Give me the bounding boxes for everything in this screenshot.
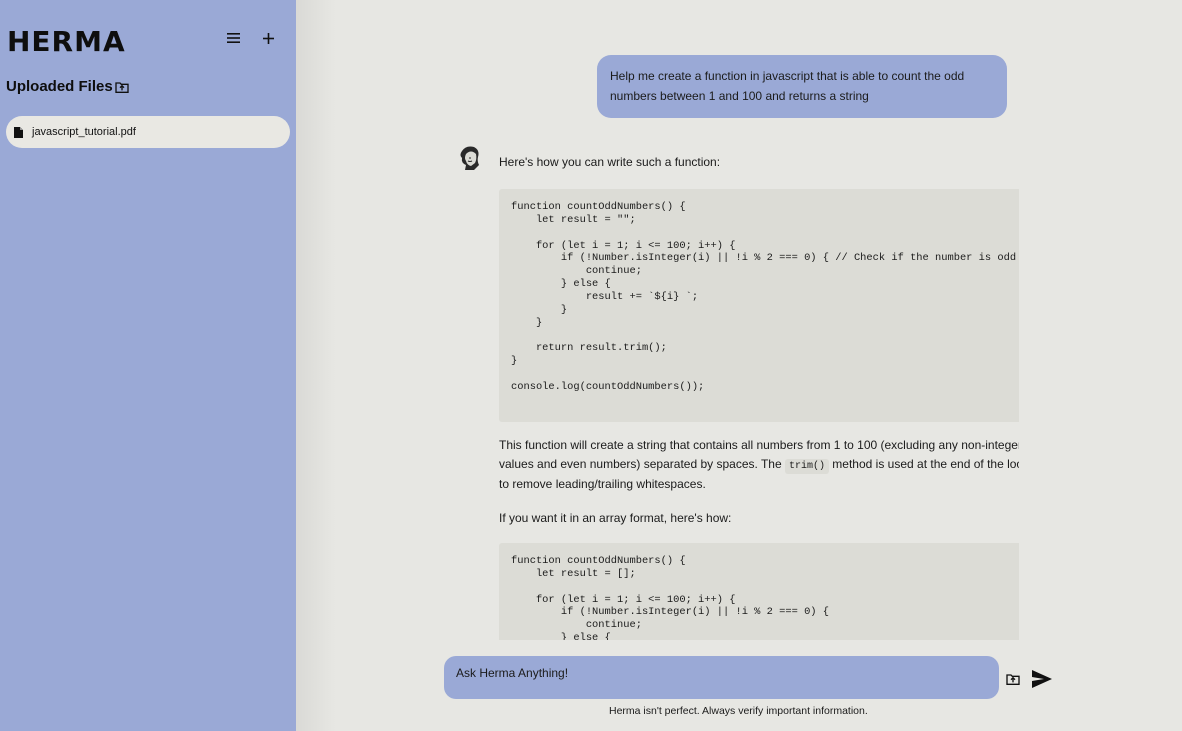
assistant-avatar [455,142,485,172]
uploaded-files-title: Uploaded Files [6,78,113,95]
array-intro: If you want it in an array format, here'… [499,511,732,525]
assistant-intro: Here's how you can write such a function… [499,155,721,169]
plus-icon [262,32,274,44]
menu-button[interactable] [221,26,245,50]
assistant-message: Here's how you can write such a function… [499,150,1019,640]
explanation-line: values and even numbers) separated by sp… [499,455,1019,477]
new-chat-button[interactable] [256,26,280,50]
explanation-line: This function will create a string that … [499,438,1019,452]
file-list-item[interactable]: javascript_tutorial.pdf [6,116,290,148]
hamburger-icon [226,33,240,43]
inline-code: trim() [784,459,829,474]
explanation-text: method is used at the end of the loop [828,457,1019,471]
code-block: function countOddNumbers() { let result … [499,189,1019,422]
send-button[interactable] [1032,670,1052,690]
code-block: function countOddNumbers() { let result … [499,543,1019,640]
attach-file-button[interactable] [1005,671,1022,688]
user-message: Help me create a function in javascript … [597,55,1007,118]
disclaimer: Herma isn't perfect. Always verify impor… [609,705,868,717]
folder-upload-icon [115,82,129,93]
statue-head-icon [455,142,485,172]
send-icon [1032,670,1052,688]
file-icon [14,126,26,138]
app-logo: HERMA [7,25,126,58]
chat-input[interactable] [444,656,999,699]
upload-folder-button[interactable] [114,79,134,99]
folder-upload-icon [1006,674,1020,685]
sidebar-shadow [296,0,336,731]
file-name: javascript_tutorial.pdf [32,126,136,138]
explanation-text: values and even numbers) separated by sp… [499,457,785,471]
sidebar: HERMA Uploaded Files javascript_tutorial… [0,0,296,731]
explanation-line: to remove leading/trailing whitespaces. [499,477,706,491]
